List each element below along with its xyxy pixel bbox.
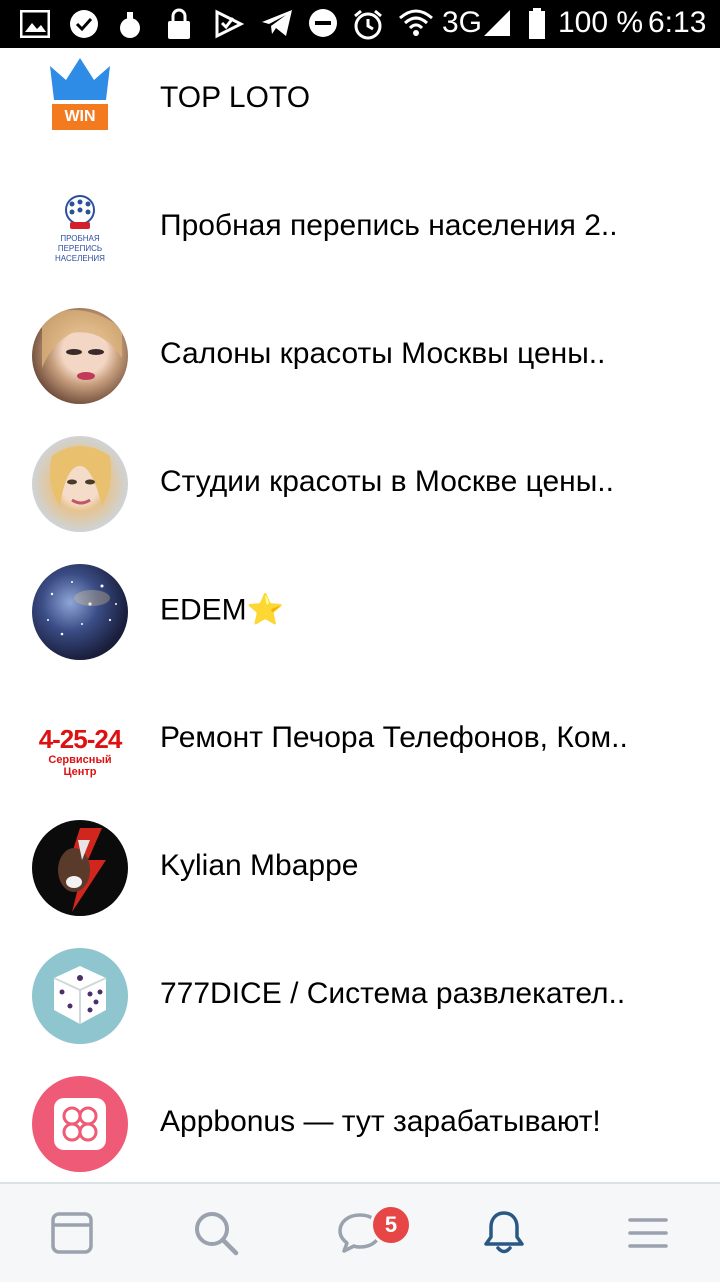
avatar xyxy=(32,948,128,1044)
wifi-icon xyxy=(399,9,433,36)
tab-menu[interactable] xyxy=(576,1184,720,1282)
unread-badge: 5 xyxy=(370,1204,412,1246)
list-item-title: Appbonus — тут зарабатывают! xyxy=(160,1105,601,1138)
signal-icon xyxy=(484,10,510,36)
list-item[interactable]: Appbonus — тут зарабатывают! xyxy=(0,1058,720,1182)
logo-text: WIN xyxy=(64,108,96,125)
clock: 6:13 xyxy=(648,6,707,39)
tab-search[interactable] xyxy=(144,1184,288,1282)
avatar xyxy=(32,308,128,404)
do-not-disturb-icon xyxy=(309,9,337,37)
list-item-title: Ремонт Печора Телефонов, Ком.. xyxy=(160,721,628,754)
list-item[interactable]: Kylian Mbappe xyxy=(0,802,720,930)
list-item-title: Студии красоты в Москве цены.. xyxy=(160,465,614,498)
list-item[interactable]: WIN TOP LOTO xyxy=(0,48,720,162)
network-type: 3G xyxy=(442,6,483,39)
alarm-icon xyxy=(354,9,382,40)
list-item[interactable]: EDEM⭐ xyxy=(0,546,720,674)
list-item-title: Салоны красоты Москвы цены.. xyxy=(160,337,606,370)
bomb-icon xyxy=(120,12,140,38)
list-item[interactable]: 4-25-24 Сервисный Центр Ремонт Печора Те… xyxy=(0,674,720,802)
avatar xyxy=(32,436,128,532)
gallery-icon xyxy=(20,10,50,38)
repair-logo: 4-25-24 Сервисный Центр xyxy=(32,692,128,788)
communities-list: WIN TOP LOTO ПРОБНАЯ ПЕРЕПИСЬ НАСЕЛЕНИЯ … xyxy=(0,48,720,1182)
list-item-title: TOP LOTO xyxy=(160,81,311,114)
tab-news[interactable] xyxy=(0,1184,144,1282)
list-item[interactable]: ПРОБНАЯ ПЕРЕПИСЬ НАСЕЛЕНИЯ Пробная переп… xyxy=(0,162,720,290)
search-icon xyxy=(195,1212,239,1256)
check-circle-icon xyxy=(70,10,98,38)
census-logo: ПРОБНАЯ ПЕРЕПИСЬ НАСЕЛЕНИЯ xyxy=(32,180,128,276)
avatar xyxy=(32,820,128,916)
list-item[interactable]: Студии красоты в Москве цены.. xyxy=(0,418,720,546)
checkmark-flag-icon xyxy=(215,9,244,39)
list-item-title: 777DICE / Система развлекател.. xyxy=(160,977,626,1010)
avatar xyxy=(32,1076,128,1172)
battery-icon xyxy=(529,8,545,39)
list-item-title: Kylian Mbappe xyxy=(160,849,359,882)
logo-subtext: Сервисный Центр xyxy=(48,754,112,778)
telegram-icon xyxy=(262,10,292,36)
notifications-icon xyxy=(484,1211,524,1254)
menu-icon xyxy=(628,1218,668,1248)
avatar xyxy=(32,564,128,660)
logo-text: ПРОБНАЯ ПЕРЕПИСЬ НАСЕЛЕНИЯ xyxy=(55,234,105,263)
tab-notifications[interactable] xyxy=(432,1184,576,1282)
list-item[interactable]: Салоны красоты Москвы цены.. xyxy=(0,290,720,418)
logo-text: 4-25-24 xyxy=(38,724,123,754)
battery-percent: 100 % xyxy=(558,6,644,39)
top-loto-logo: WIN xyxy=(32,52,128,148)
news-icon xyxy=(51,1212,93,1254)
lock-icon xyxy=(168,8,190,39)
list-item[interactable]: 777DICE / Система развлекател.. xyxy=(0,930,720,1058)
list-item-title: Пробная перепись населения 2.. xyxy=(160,209,618,242)
tab-messages[interactable]: 5 xyxy=(288,1184,432,1282)
list-item-title: EDEM⭐ xyxy=(160,593,285,627)
status-bar: 3G 100 % 6:13 xyxy=(0,0,720,48)
bottom-tab-bar: 5 xyxy=(0,1182,720,1282)
